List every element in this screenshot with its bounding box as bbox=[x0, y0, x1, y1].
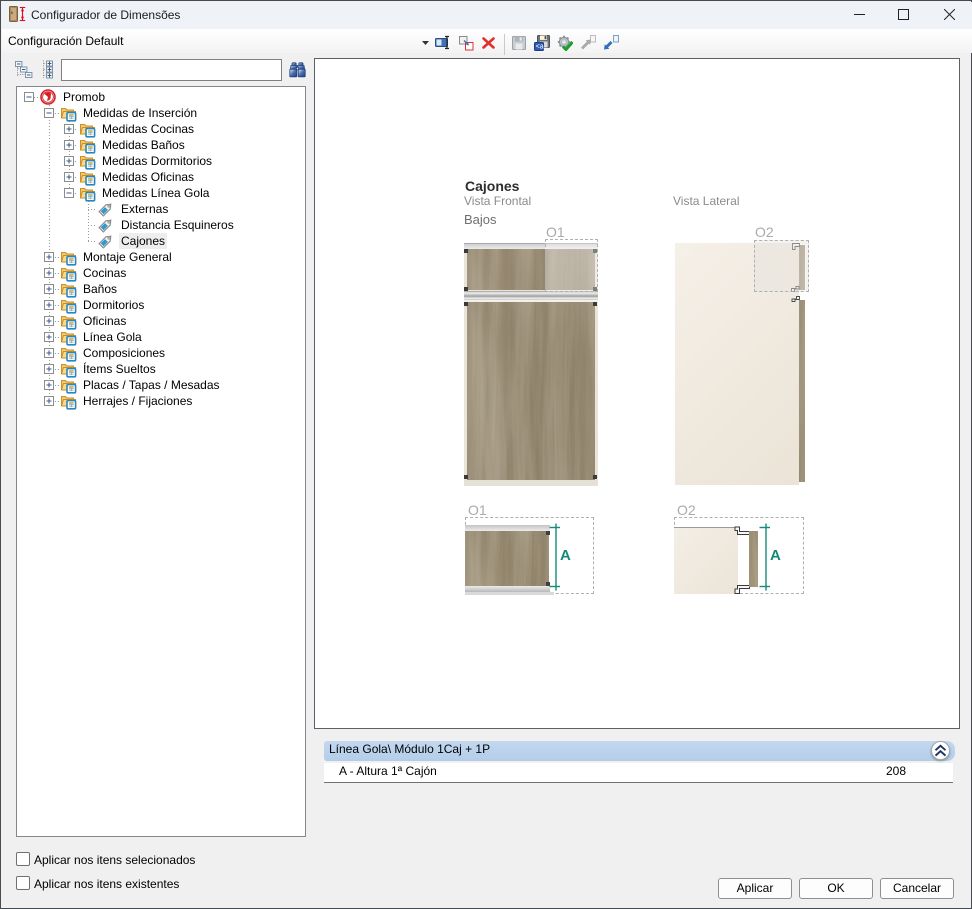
svg-text:<a: <a bbox=[536, 44, 544, 51]
